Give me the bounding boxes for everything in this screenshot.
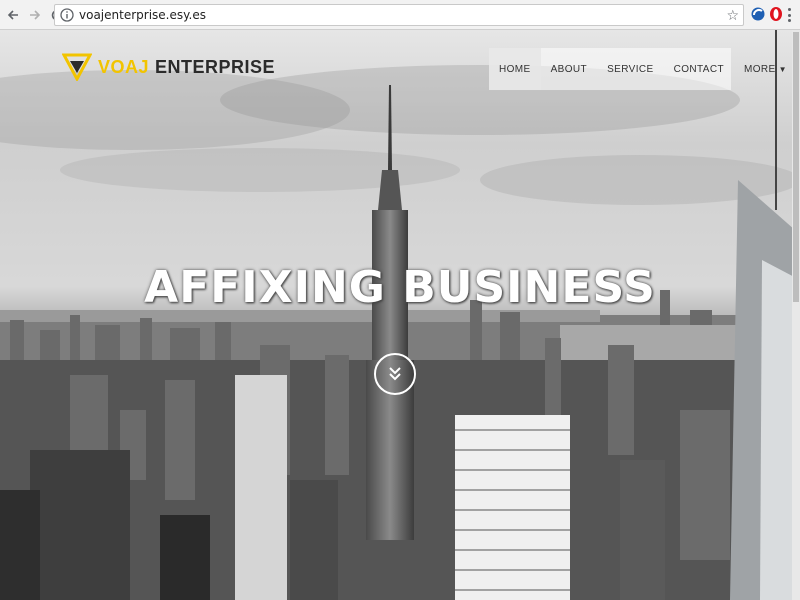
url-text[interactable]: voajenterprise.esy.es [79,8,206,22]
hero-section: VOAJ ENTERPRISE HOME ABOUT SERVICE CONTA… [0,30,800,600]
nav-item-contact[interactable]: CONTACT [664,48,734,90]
logo-text-enterprise: ENTERPRISE [155,56,276,77]
nav-item-more[interactable]: MORE ▼ [734,48,797,90]
page-scrollbar[interactable] [792,30,800,600]
site-logo[interactable]: VOAJ ENTERPRISE [62,52,275,82]
nav-item-about[interactable]: ABOUT [541,48,597,90]
double-chevron-down-icon [389,367,401,381]
bookmark-star-icon[interactable]: ☆ [726,7,739,24]
address-bar[interactable]: voajenterprise.esy.es ☆ [54,4,744,26]
hero-headline: AFFIXING BUSINESS [144,262,656,313]
caret-down-icon: ▼ [778,64,787,74]
nav-item-service[interactable]: SERVICE [597,48,664,90]
city-skyline-image [0,30,800,600]
nav-item-more-label: MORE [743,63,776,75]
scrollbar-thumb[interactable] [793,32,799,302]
logo-icon [62,53,92,81]
browser-toolbar: voajenterprise.esy.es ☆ [0,0,800,30]
nav-item-home[interactable]: HOME [489,48,541,90]
info-icon[interactable] [59,7,75,23]
scroll-down-button[interactable] [374,353,416,395]
forward-arrow-icon[interactable] [26,6,44,24]
browser-menu-icon[interactable] [788,8,792,22]
logo-text-voaj: VOAJ [98,56,150,77]
opera-icon[interactable] [768,6,784,22]
back-arrow-icon[interactable] [4,6,22,24]
main-nav: HOME ABOUT SERVICE CONTACT MORE ▼ [489,48,787,90]
extension-icon[interactable] [750,6,766,22]
